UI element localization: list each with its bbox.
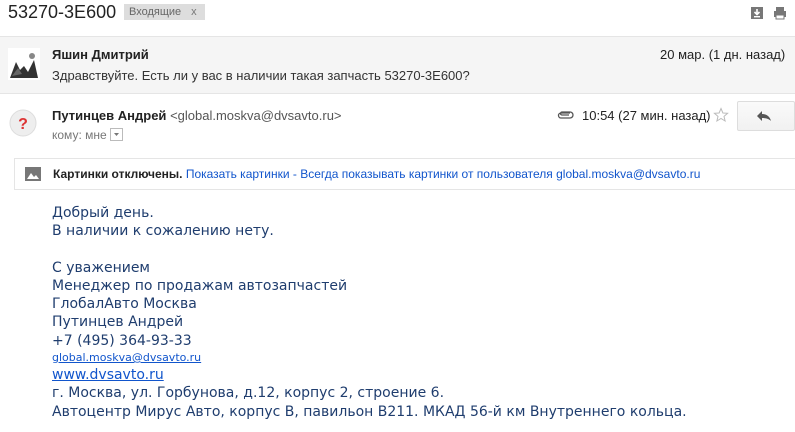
download-icon[interactable] bbox=[750, 6, 764, 20]
message1-sender[interactable]: Яшин Дмитрий bbox=[52, 47, 149, 62]
body-position: Менеджер по продажам автозапчастей bbox=[52, 277, 348, 294]
body-website-link[interactable]: www.dvsavto.ru bbox=[52, 366, 687, 384]
unknown-sender-avatar-icon: ? bbox=[9, 109, 37, 137]
remove-label-button[interactable]: x bbox=[191, 6, 197, 18]
recipient-line: кому: мне bbox=[52, 128, 123, 142]
body-email-link[interactable]: global.moskva@dvsavto.ru bbox=[52, 350, 687, 366]
show-images-link[interactable]: Показать картинки bbox=[186, 167, 290, 181]
attachment-clip-icon bbox=[557, 111, 574, 119]
image-icon bbox=[25, 167, 41, 181]
body-company: ГлобалАвто Москва bbox=[52, 296, 197, 313]
star-icon[interactable] bbox=[713, 107, 729, 123]
inbox-label: Входящие bbox=[129, 6, 182, 18]
print-icon[interactable] bbox=[773, 6, 787, 20]
message2-email: <global.moskva@dvsavto.ru> bbox=[170, 108, 342, 123]
body-name: Путинцев Андрей bbox=[52, 314, 184, 331]
thread-subject: 53270-3E600 bbox=[8, 2, 117, 22]
reply-arrow-icon bbox=[757, 111, 771, 121]
body-address: г. Москва, ул. Горбунова, д.12, корпус 2… bbox=[52, 385, 445, 402]
body-regards: С уважением bbox=[52, 259, 150, 276]
images-disabled-banner: Картинки отключены. Показать картинки - … bbox=[14, 158, 795, 190]
body-address2: Автоцентр Мирус Авто, корпус В, павильон… bbox=[52, 403, 687, 420]
sender-avatar bbox=[8, 48, 40, 80]
message1-snippet[interactable]: Здравствуйте. Есть ли у вас в наличии та… bbox=[52, 68, 470, 83]
banner-separator: - bbox=[289, 167, 301, 181]
inbox-label-chip[interactable]: Входящие x bbox=[124, 4, 205, 20]
body-phone: +7 (495) 364-93-33 bbox=[52, 332, 192, 349]
svg-text:?: ? bbox=[18, 116, 28, 133]
images-disabled-label: Картинки отключены. bbox=[53, 167, 183, 181]
always-show-images-link[interactable]: Всегда показывать картинки от пользовате… bbox=[300, 167, 700, 181]
recipient-text: кому: мне bbox=[52, 128, 107, 142]
message-body: Добрый день. В наличии к сожалению нету.… bbox=[52, 204, 687, 421]
collapsed-message[interactable] bbox=[0, 36, 795, 94]
message2-time: 10:54 (27 мин. назад) bbox=[582, 108, 711, 123]
details-dropdown-icon[interactable] bbox=[109, 128, 123, 142]
body-line: В наличии к сожалению нету. bbox=[52, 223, 274, 240]
reply-button[interactable] bbox=[737, 101, 795, 131]
message1-date: 20 мар. (1 дн. назад) bbox=[660, 47, 786, 62]
body-greeting: Добрый день. bbox=[52, 205, 154, 221]
message2-sender-line: Путинцев Андрей <global.moskva@dvsavto.r… bbox=[52, 108, 342, 123]
message2-sender[interactable]: Путинцев Андрей bbox=[52, 108, 166, 123]
